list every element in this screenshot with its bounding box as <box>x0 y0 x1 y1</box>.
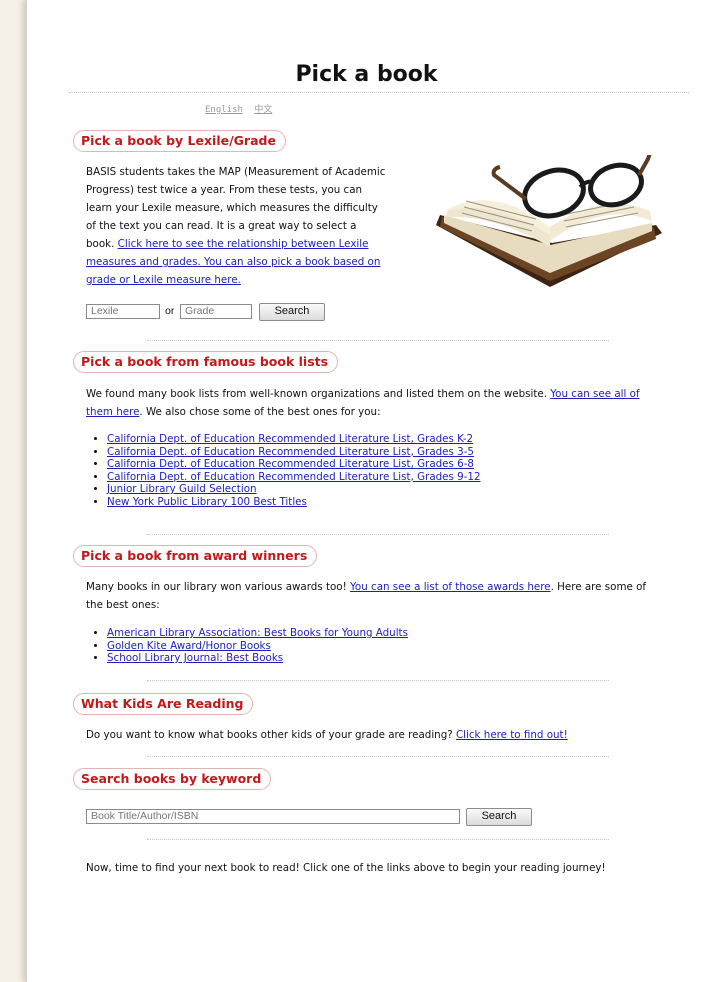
lexile-search-button[interactable]: Search <box>259 303 325 321</box>
section-heading-awards: Pick a book from award winners <box>73 545 318 567</box>
section-heading-lexile: Pick a book by Lexile/Grade <box>73 130 286 152</box>
kids-intro: Do you want to know what books other kid… <box>86 726 666 744</box>
awards-list: American Library Association: Best Books… <box>93 627 408 665</box>
book-list-link[interactable]: California Dept. of Education Recommende… <box>107 471 481 483</box>
section-divider <box>147 756 609 757</box>
awards-intro-text: Many books in our library won various aw… <box>86 581 351 593</box>
language-link-chinese[interactable]: 中文 <box>254 105 272 115</box>
award-link[interactable]: Golden Kite Award/Honor Books <box>107 640 271 652</box>
book-list-link[interactable]: California Dept. of Education Recommende… <box>107 433 473 445</box>
language-switcher: English 中文 <box>205 102 278 115</box>
section-heading-kids-reading: What Kids Are Reading <box>73 693 254 715</box>
section-divider <box>147 680 609 681</box>
book-list-link[interactable]: California Dept. of Education Recommende… <box>107 446 474 458</box>
awards-list-link[interactable]: You can see a list of those awards here <box>350 581 551 593</box>
award-link[interactable]: American Library Association: Best Books… <box>107 627 408 639</box>
page-container: Pick a book English 中文 Pick a book by Le… <box>26 0 705 982</box>
section-heading-keyword-search: Search books by keyword <box>73 768 272 790</box>
section-divider <box>147 340 609 341</box>
section-heading-famous-lists: Pick a book from famous book lists <box>73 351 339 373</box>
famous-intro-text: We found many book lists from well-known… <box>86 388 551 400</box>
lexile-input[interactable] <box>86 304 160 319</box>
list-item: New York Public Library 100 Best Titles <box>107 496 481 509</box>
or-label: or <box>165 305 175 317</box>
list-item: American Library Association: Best Books… <box>107 627 408 640</box>
grade-input[interactable] <box>180 304 252 319</box>
keyword-search-input[interactable] <box>86 809 460 824</box>
list-item: California Dept. of Education Recommende… <box>107 471 481 484</box>
kids-intro-text: Do you want to know what books other kid… <box>86 729 456 741</box>
famous-intro: We found many book lists from well-known… <box>86 385 664 421</box>
list-item: Golden Kite Award/Honor Books <box>107 640 408 653</box>
famous-lists-list: California Dept. of Education Recommende… <box>93 433 481 508</box>
book-list-link[interactable]: Junior Library Guild Selection <box>107 483 257 495</box>
list-item: California Dept. of Education Recommende… <box>107 458 481 471</box>
open-book-with-glasses-icon <box>436 155 662 287</box>
page-title: Pick a book <box>295 62 438 87</box>
keyword-search-button[interactable]: Search <box>466 808 532 826</box>
book-list-link[interactable]: California Dept. of Education Recommende… <box>107 458 474 470</box>
award-link[interactable]: School Library Journal: Best Books <box>107 652 283 664</box>
language-link-english[interactable]: English <box>205 105 243 115</box>
famous-outro-text: . We also chose some of the best ones fo… <box>139 406 381 418</box>
kids-reading-link[interactable]: Click here to find out! <box>456 729 568 741</box>
section-divider <box>147 839 609 840</box>
book-list-link[interactable]: New York Public Library 100 Best Titles <box>107 496 307 508</box>
list-item: California Dept. of Education Recommende… <box>107 433 481 446</box>
awards-intro: Many books in our library won various aw… <box>86 578 666 614</box>
list-item: Junior Library Guild Selection <box>107 483 481 496</box>
lexile-relationship-link[interactable]: Click here to see the relationship betwe… <box>86 238 380 286</box>
footer-text: Now, time to find your next book to read… <box>86 862 606 874</box>
title-divider <box>69 92 689 93</box>
lexile-intro: BASIS students takes the MAP (Measuremen… <box>86 163 386 289</box>
list-item: California Dept. of Education Recommende… <box>107 446 481 459</box>
list-item: School Library Journal: Best Books <box>107 652 408 665</box>
section-divider <box>147 534 609 535</box>
